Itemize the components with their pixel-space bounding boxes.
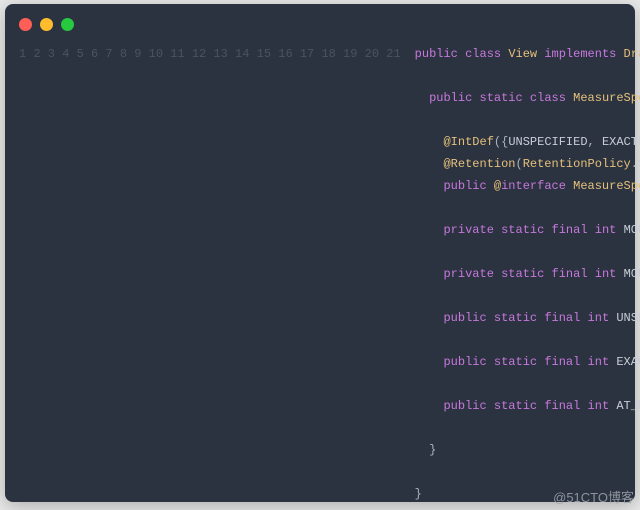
line-5: @IntDef({UNSPECIFIED, EXACTLY, AT_MOST}) [415,135,640,149]
code-source: public class View implements Drawable.Ca… [415,43,640,505]
code-window: 1 2 3 4 5 6 7 8 9 10 11 12 13 14 15 16 1… [5,4,635,502]
line-12 [415,289,422,303]
line-6: @Retention(RetentionPolicy.SOURCE) [415,157,640,171]
line-19: } [415,443,437,457]
line-10 [415,245,422,259]
line-17: public static final int AT_MOST = 2 << M… [415,399,640,413]
watermark-text: @51CTO博客 [553,487,634,506]
line-1: public class View implements Drawable.Ca… [415,47,640,61]
line-4 [415,113,422,127]
line-11: private static final int MODE_MASK = 0x3… [415,267,640,281]
line-8 [415,201,422,215]
line-7: public @interface MeasureSpecMode {} [415,179,640,193]
window-traffic-lights [19,18,621,31]
line-13: public static final int UNSPECIFIED = 0 … [415,311,640,325]
line-3: public static class MeasureSpec { [415,91,640,105]
line-number-gutter: 1 2 3 4 5 6 7 8 9 10 11 12 13 14 15 16 1… [19,43,415,505]
line-21: } [415,487,422,501]
line-2 [415,69,422,83]
close-icon[interactable] [19,18,32,31]
line-15: public static final int EXACTLY = 1 << M… [415,355,640,369]
zoom-icon[interactable] [61,18,74,31]
line-16 [415,377,422,391]
line-9: private static final int MODE_SHIFT = 30… [415,223,640,237]
line-20 [415,465,422,479]
line-14 [415,333,422,347]
minimize-icon[interactable] [40,18,53,31]
line-18 [415,421,422,435]
code-area: 1 2 3 4 5 6 7 8 9 10 11 12 13 14 15 16 1… [19,43,621,505]
